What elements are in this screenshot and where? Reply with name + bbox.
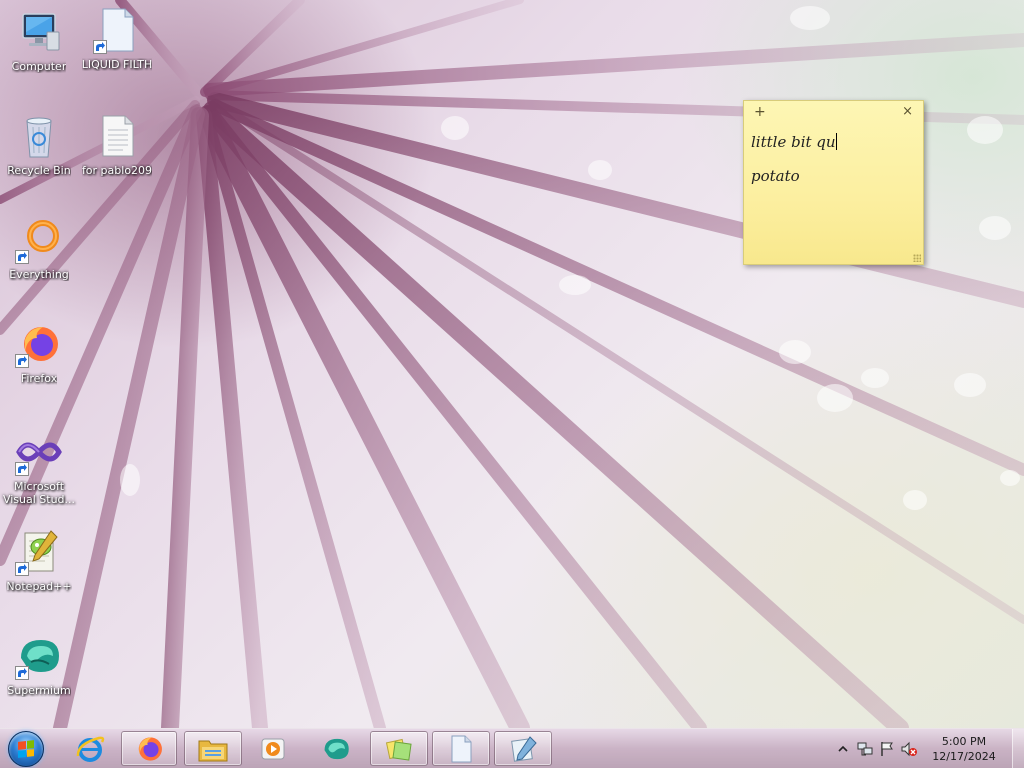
system-tray: 5:00 PM 12/17/2024 <box>832 729 1024 768</box>
shortcut-arrow-icon <box>15 562 29 576</box>
sticky-note-line: little bit qu <box>751 133 916 151</box>
desktop-icon-label: for pablo209 <box>81 164 153 177</box>
desktop-icon-label: Everything <box>9 268 69 281</box>
sticky-note-line: potato <box>751 167 800 185</box>
desktop-icon-label: Microsoft Visual Stud... <box>2 480 76 506</box>
sticky-note-line <box>751 151 916 168</box>
shortcut-arrow-icon <box>15 250 29 264</box>
desktop-icon-visual-studio[interactable]: Microsoft Visual Stud... <box>0 428 78 506</box>
notepadpp-taskbar-icon <box>511 735 537 762</box>
media-player-icon <box>261 738 285 759</box>
taskbar-item-sticky-notes[interactable] <box>370 731 428 766</box>
internet-explorer-icon <box>76 736 105 762</box>
action-center-flag-icon[interactable] <box>878 740 896 758</box>
sticky-notes-icon <box>385 738 412 761</box>
show-hidden-icons-icon[interactable] <box>834 740 852 758</box>
show-desktop-button[interactable] <box>1012 729 1024 768</box>
taskbar-item-notepad[interactable] <box>432 731 490 766</box>
taskbar-item-firefox[interactable] <box>121 731 177 766</box>
shortcut-arrow-icon <box>15 354 29 368</box>
shortcut-arrow-icon <box>15 462 29 476</box>
desktop-icon-label: LIQUID FILTH <box>81 58 153 71</box>
desktop-icon-notepadpp[interactable]: Notepad++ <box>0 528 78 593</box>
everything-icon <box>15 216 63 264</box>
recycle-bin-icon <box>15 112 63 160</box>
text-file-icon <box>93 112 141 160</box>
desktop-icon-recycle-bin[interactable]: Recycle Bin <box>0 112 78 177</box>
new-note-button[interactable]: + <box>754 105 766 119</box>
desktop-icon-liquid-filth[interactable]: LIQUID FILTH <box>78 6 156 71</box>
notepadpp-icon <box>15 528 63 576</box>
folder-icon <box>198 740 228 761</box>
start-button[interactable] <box>4 730 48 768</box>
visual-studio-icon <box>15 428 63 476</box>
sticky-note-text-area[interactable]: little bit qu potato <box>744 127 923 191</box>
desktop-icon-label: Computer <box>11 60 67 73</box>
close-note-button[interactable]: × <box>902 105 913 119</box>
desktop-icon-label: Notepad++ <box>6 580 72 593</box>
taskbar-item-internet-explorer[interactable] <box>62 731 118 766</box>
desktop-icon-label: Recycle Bin <box>7 164 71 177</box>
supermium-icon <box>15 632 63 680</box>
shortcut-arrow-icon <box>15 666 29 680</box>
text-caret <box>835 133 837 150</box>
desktop-icon-label: Supermium <box>7 684 71 697</box>
taskbar-item-file-explorer[interactable] <box>184 731 242 766</box>
clock-time: 5:00 PM <box>941 734 987 748</box>
desktop-icon-for-pablo209[interactable]: for pablo209 <box>78 112 156 177</box>
resize-grip-icon[interactable] <box>913 254 921 262</box>
taskbar-item-notepadpp[interactable] <box>494 731 552 766</box>
desktop-icon-firefox[interactable]: Firefox <box>0 320 78 385</box>
sticky-note-line-text: little bit qu <box>751 133 836 151</box>
desktop-icon-computer[interactable]: Computer <box>0 8 78 73</box>
desktop-icon-label: Firefox <box>20 372 58 385</box>
volume-muted-icon[interactable] <box>900 740 918 758</box>
taskbar-item-supermium[interactable] <box>308 731 364 766</box>
taskbar-item-media-player[interactable] <box>245 731 301 766</box>
clock-date: 12/17/2024 <box>932 749 996 763</box>
sticky-note-window[interactable]: + × little bit qu potato <box>743 100 924 265</box>
windows-orb-icon <box>8 731 44 767</box>
desktop-icon-supermium[interactable]: Supermium <box>0 632 78 697</box>
taskbar: 5:00 PM 12/17/2024 <box>0 728 1024 768</box>
network-icon[interactable] <box>856 740 874 758</box>
document-icon <box>93 6 141 54</box>
notepad-icon <box>451 735 472 762</box>
sticky-note-header[interactable]: + × <box>744 101 923 127</box>
computer-icon <box>15 8 63 56</box>
desktop-icon-everything[interactable]: Everything <box>0 216 78 281</box>
firefox-icon <box>138 736 162 761</box>
taskbar-clock[interactable]: 5:00 PM 12/17/2024 <box>926 734 1002 764</box>
shortcut-arrow-icon <box>93 40 107 54</box>
firefox-icon <box>15 320 63 368</box>
supermium-icon <box>324 738 349 759</box>
